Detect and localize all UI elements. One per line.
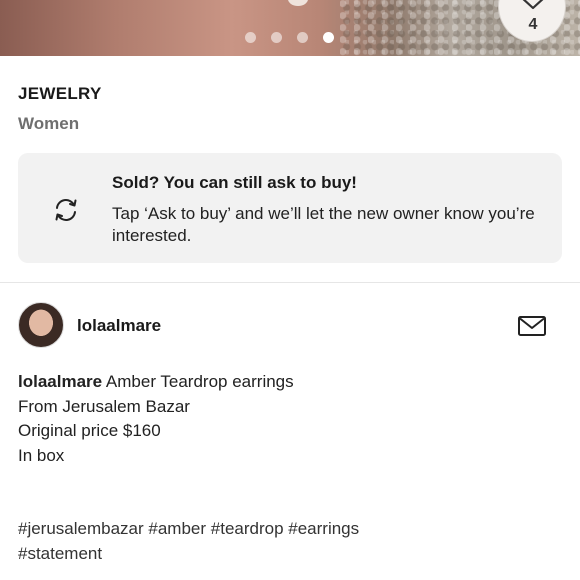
description-line: From Jerusalem Bazar bbox=[18, 396, 190, 416]
product-image-carousel[interactable] bbox=[0, 0, 580, 56]
mail-icon[interactable] bbox=[517, 314, 547, 338]
listing-description: lolaalmare Amber Teardrop earrings From … bbox=[18, 370, 558, 468]
description-seller[interactable]: lolaalmare bbox=[18, 372, 102, 391]
description-line: Original price $160 bbox=[18, 421, 161, 440]
description-title: Amber Teardrop earrings bbox=[105, 372, 294, 391]
seller-username[interactable]: lolaalmare bbox=[77, 316, 161, 336]
notice-title: Sold? You can still ask to buy! bbox=[112, 173, 357, 192]
seller-avatar[interactable] bbox=[18, 302, 64, 348]
image-detail bbox=[288, 0, 308, 6]
section-divider bbox=[0, 282, 580, 283]
carousel-dot-active[interactable] bbox=[323, 32, 334, 43]
ask-to-buy-notice: Sold? You can still ask to buy! Tap ‘Ask… bbox=[18, 153, 562, 263]
carousel-dot[interactable] bbox=[271, 32, 282, 43]
description-line: In box bbox=[18, 445, 65, 465]
carousel-dot[interactable] bbox=[297, 32, 308, 43]
category-label[interactable]: JEWELRY bbox=[18, 84, 102, 104]
hashtags[interactable]: #jerusalembazar #amber #teardrop #earrin… bbox=[18, 517, 563, 566]
like-count: 4 bbox=[528, 16, 538, 33]
hashtag-line[interactable]: #jerusalembazar #amber #teardrop #earrin… bbox=[18, 517, 563, 542]
carousel-indicator bbox=[245, 32, 334, 43]
description-title-line: lolaalmare Amber Teardrop earrings bbox=[18, 370, 558, 395]
refresh-icon bbox=[55, 199, 77, 221]
department-label[interactable]: Women bbox=[18, 114, 79, 134]
hashtag-line[interactable]: #statement bbox=[18, 542, 563, 567]
heart-icon bbox=[522, 0, 544, 10]
carousel-dot[interactable] bbox=[245, 32, 256, 43]
notice-body: Tap ‘Ask to buy’ and we’ll let the new o… bbox=[112, 204, 535, 245]
